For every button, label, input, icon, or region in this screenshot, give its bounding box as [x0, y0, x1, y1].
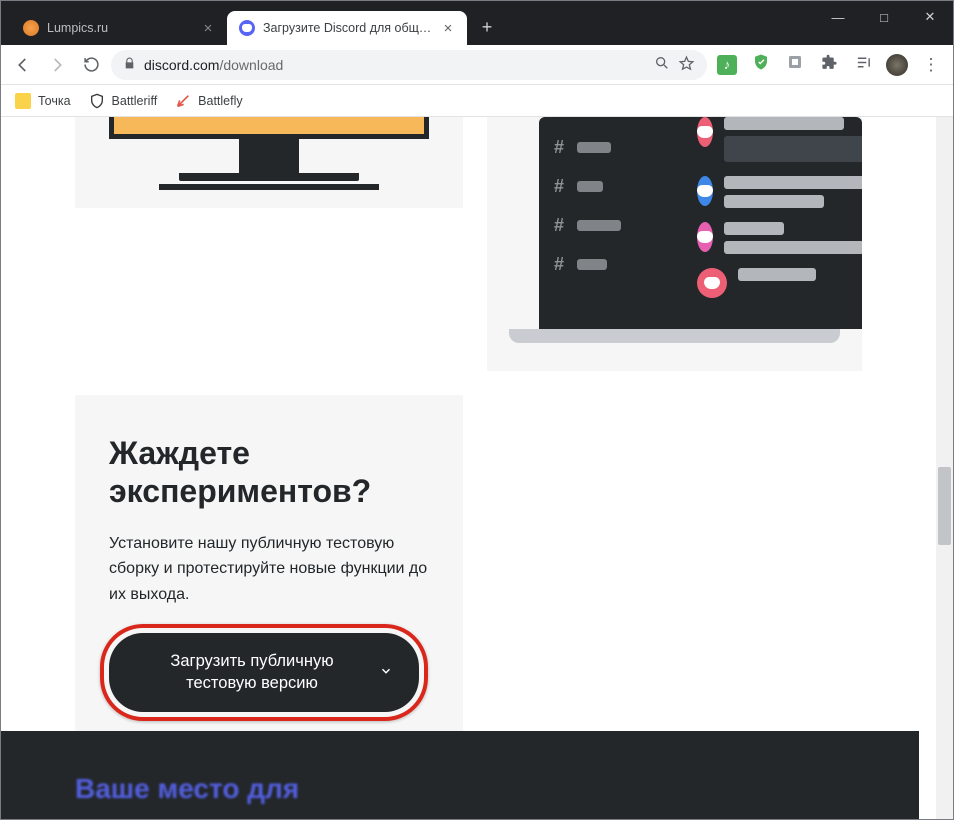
mock-avatar — [697, 176, 713, 206]
tab-lumpics[interactable]: Lumpics.ru × — [11, 11, 227, 45]
search-in-page-icon[interactable] — [654, 55, 670, 74]
close-window-button[interactable]: ✕ — [907, 1, 953, 33]
forward-button[interactable] — [43, 51, 71, 79]
window-titlebar: Lumpics.ru × Загрузите Discord для общен… — [1, 1, 953, 45]
tab-discord-download[interactable]: Загрузите Discord для общения × — [227, 11, 467, 45]
window-controls: ― □ ✕ — [815, 1, 953, 33]
tab-title: Загрузите Discord для общения — [263, 21, 435, 35]
chevron-down-icon — [379, 664, 393, 682]
ptb-description: Установите нашу публичную тестовую сборк… — [109, 531, 429, 608]
mock-avatar — [697, 117, 713, 147]
bookmark-icon — [15, 93, 31, 109]
ptb-heading: Жаждете экспериментов? — [109, 435, 429, 511]
tab-title: Lumpics.ru — [47, 21, 195, 35]
extension-gray[interactable] — [781, 51, 809, 79]
hash-icon: # — [551, 176, 567, 197]
ptb-card: Жаждете экспериментов? Установите нашу п… — [75, 395, 463, 758]
minimize-button[interactable]: ― — [815, 1, 861, 33]
bookmark-label: Battlefly — [198, 94, 242, 108]
bookmark-icon — [89, 93, 105, 109]
bookmark-label: Точка — [38, 94, 71, 108]
page-footer: Ваше место для — [1, 731, 919, 819]
hash-icon: # — [551, 215, 567, 236]
laptop-base-illustration — [509, 329, 840, 343]
mock-avatar — [697, 268, 727, 298]
address-bar[interactable]: discord.com/download — [111, 50, 707, 80]
extensions-menu[interactable] — [815, 51, 843, 79]
browser-toolbar: discord.com/download ♪ ⋮ — [1, 45, 953, 85]
app-preview-card: # # # # — [487, 117, 862, 371]
bookmark-tochka[interactable]: Точка — [15, 93, 71, 109]
chrome-menu[interactable]: ⋮ — [917, 51, 945, 79]
favicon-discord — [239, 20, 255, 36]
monitor-illustration — [109, 117, 429, 139]
bookmarks-bar: Точка Battleriff Battlefly — [1, 85, 953, 117]
scrollbar-track[interactable] — [936, 117, 953, 819]
bookmark-icon — [175, 93, 191, 109]
bookmark-battleriff[interactable]: Battleriff — [89, 93, 158, 109]
hash-icon: # — [551, 137, 567, 158]
mock-avatar — [697, 222, 713, 252]
page-viewport: # # # # — [1, 117, 953, 819]
url-text: discord.com/download — [144, 57, 283, 73]
reading-list-icon[interactable] — [849, 51, 877, 79]
close-tab-icon[interactable]: × — [201, 21, 215, 35]
scrollbar-thumb[interactable] — [938, 467, 951, 545]
download-ptb-label: Загрузить публичную тестовую версию — [143, 651, 361, 694]
profile-avatar[interactable] — [883, 51, 911, 79]
favicon-lumpics — [23, 20, 39, 36]
reload-button[interactable] — [77, 51, 105, 79]
hash-icon: # — [551, 254, 567, 275]
bookmark-star-icon[interactable] — [678, 55, 695, 75]
new-tab-button[interactable]: + — [473, 13, 501, 41]
download-ptb-button[interactable]: Загрузить публичную тестовую версию — [109, 633, 419, 712]
tab-strip: Lumpics.ru × Загрузите Discord для общен… — [1, 1, 501, 45]
bookmark-label: Battleriff — [112, 94, 158, 108]
maximize-button[interactable]: □ — [861, 1, 907, 33]
close-tab-icon[interactable]: × — [441, 21, 455, 35]
back-button[interactable] — [9, 51, 37, 79]
discord-app-mock: # # # # — [539, 117, 862, 329]
extension-music[interactable]: ♪ — [713, 51, 741, 79]
download-desktop-card — [75, 117, 463, 208]
bookmark-battlefly[interactable]: Battlefly — [175, 93, 242, 109]
lock-icon — [123, 57, 136, 73]
extension-adguard[interactable] — [747, 51, 775, 79]
footer-tagline: Ваше место для — [1, 731, 919, 805]
